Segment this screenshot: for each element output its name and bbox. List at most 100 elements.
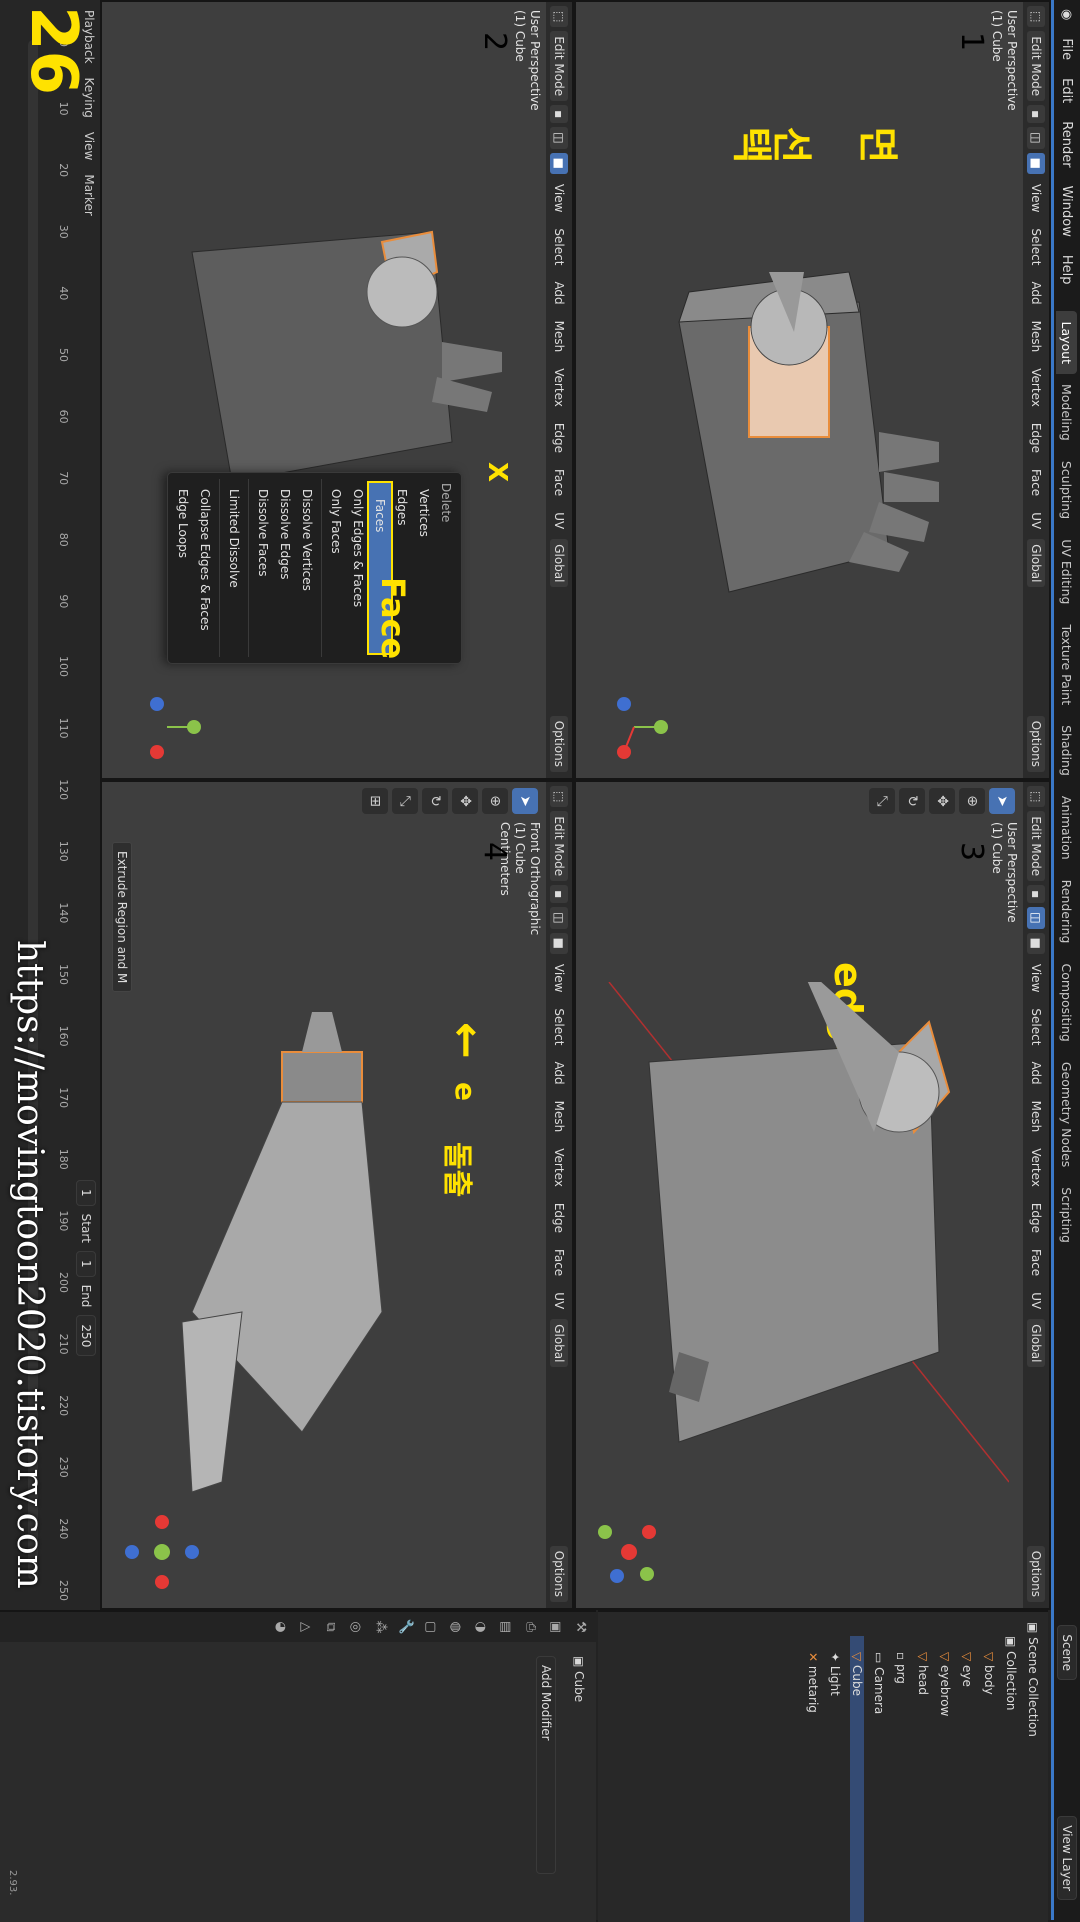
menu-vertex[interactable]: Vertex (552, 1142, 566, 1193)
tab-sculpting[interactable]: Sculpting (1057, 451, 1078, 529)
tab-modeling[interactable]: Modeling (1057, 374, 1078, 451)
rotate-tool-icon[interactable]: ↻ (899, 788, 925, 814)
outliner-item-camera[interactable]: ▭ Camera (872, 1652, 886, 1714)
menu-uv[interactable]: UV (1029, 1286, 1043, 1315)
physics-tab-icon[interactable]: ◎ (348, 1621, 363, 1632)
menu-select[interactable]: Select (552, 1002, 566, 1051)
menu-select[interactable]: Select (1029, 222, 1043, 271)
menu-mesh[interactable]: Mesh (1029, 1095, 1043, 1139)
editor-type-icon[interactable]: ⬚ (550, 6, 568, 28)
vertex-select-icon[interactable]: ▪ (550, 885, 568, 904)
menu-mesh[interactable]: Mesh (1029, 315, 1043, 359)
timeline-ruler[interactable]: 0 10 20 30 40 50 60 70 80 90 100 110 120 130 140 150 160… (50, 40, 70, 1601)
mode-dropdown[interactable]: Edit Mode (550, 31, 568, 102)
edge-select-icon[interactable]: ◫ (1027, 907, 1045, 929)
vertex-select-icon[interactable]: ▪ (1027, 105, 1045, 124)
view-layer-field[interactable]: View Layer (1057, 1816, 1077, 1900)
tab-layout[interactable]: Layout (1056, 311, 1078, 374)
dissolve-edges[interactable]: Dissolve Edges (274, 473, 296, 663)
outliner-item-eye[interactable]: ▽ eye (960, 1652, 974, 1687)
rotate-tool-icon[interactable]: ↻ (422, 788, 448, 814)
object-tab-icon[interactable]: ▢ (423, 1621, 438, 1633)
menu-edit[interactable]: Edit (1060, 69, 1075, 112)
options-dropdown[interactable]: Options (1027, 715, 1045, 772)
menu-face[interactable]: Face (552, 463, 566, 502)
timeline-menu-view[interactable]: View (82, 132, 96, 160)
material-tab-icon[interactable]: ◕ (273, 1621, 288, 1632)
render-tab-icon[interactable]: ▣ (548, 1621, 563, 1633)
menu-add[interactable]: Add (1029, 1055, 1043, 1090)
menu-vertex[interactable]: Vertex (552, 362, 566, 413)
edge-loops[interactable]: Edge Loops (172, 473, 194, 663)
blender-logo-icon[interactable]: ◉ (1060, 0, 1075, 29)
select-tool-icon[interactable]: ➤ (989, 788, 1015, 814)
limited-dissolve[interactable]: Limited Dissolve (223, 473, 245, 663)
menu-face[interactable]: Face (1029, 1243, 1043, 1282)
menu-face[interactable]: Face (552, 1243, 566, 1282)
editor-type-icon[interactable]: ⬚ (550, 786, 568, 808)
cursor-tool-icon[interactable]: ⊕ (959, 788, 985, 814)
outliner-item-metarig[interactable]: ✕ metarig (806, 1652, 820, 1713)
viewport-2[interactable]: ⬚ Edit Mode ▪ ◫ ■ View Select Add Mesh V… (100, 0, 574, 780)
transform-orientation[interactable]: Global (1027, 1319, 1045, 1368)
constraints-tab-icon[interactable]: ⧉ (323, 1622, 338, 1631)
delete-only-faces[interactable]: Only Faces (325, 473, 347, 663)
menu-face[interactable]: Face (1029, 463, 1043, 502)
data-tab-icon[interactable]: △ (298, 1622, 313, 1632)
scale-tool-icon[interactable]: ⤡ (392, 788, 418, 814)
options-dropdown[interactable]: Options (1027, 1545, 1045, 1602)
face-select-icon[interactable]: ■ (550, 932, 568, 954)
menu-vertex[interactable]: Vertex (1029, 1142, 1043, 1193)
modifier-tab-icon[interactable]: 🔧 (398, 1619, 413, 1635)
menu-render[interactable]: Render (1060, 112, 1075, 176)
mode-dropdown[interactable]: Edit Mode (1027, 811, 1045, 882)
transform-orientation[interactable]: Global (1027, 539, 1045, 588)
select-tool-icon[interactable]: ➤ (512, 788, 538, 814)
menu-add[interactable]: Add (1029, 275, 1043, 310)
menu-uv[interactable]: UV (552, 506, 566, 535)
viewport-4[interactable]: ⬚ Edit Mode ▪ ◫ ■ View Select Add Mesh V… (100, 780, 574, 1610)
move-tool-icon[interactable]: ✥ (452, 788, 478, 814)
mode-dropdown[interactable]: Edit Mode (550, 811, 568, 882)
menu-select[interactable]: Select (552, 222, 566, 271)
tab-scripting[interactable]: Scripting (1057, 1177, 1078, 1253)
menu-view[interactable]: View (1029, 958, 1043, 998)
scene-collection-row[interactable]: ▣ Scene Collection (1026, 1622, 1040, 1737)
menu-edge[interactable]: Edge (1029, 1197, 1043, 1239)
menu-view[interactable]: View (552, 178, 566, 218)
transform-tool-icon[interactable]: ⊞ (362, 788, 388, 814)
outliner-item-light[interactable]: ✦ Light (828, 1652, 842, 1696)
collection-row[interactable]: ▣ Collection (1004, 1636, 1018, 1711)
menu-view[interactable]: View (552, 958, 566, 998)
current-frame-field[interactable]: 1 (76, 1180, 96, 1206)
editor-type-icon[interactable]: ⬚ (1027, 786, 1045, 808)
menu-file[interactable]: File (1060, 29, 1075, 69)
tab-texture-paint[interactable]: Texture Paint (1057, 614, 1078, 715)
menu-select[interactable]: Select (1029, 1002, 1043, 1051)
transform-orientation[interactable]: Global (550, 539, 568, 588)
menu-add[interactable]: Add (552, 1055, 566, 1090)
navigation-gizmo-1[interactable] (595, 692, 669, 762)
edge-select-icon[interactable]: ◫ (550, 907, 568, 929)
viewport-1[interactable]: ⬚ Edit Mode ▪ ◫ ■ View Select Add Mesh V… (574, 0, 1051, 780)
timeline-menu-marker[interactable]: Marker (82, 174, 96, 215)
menu-view[interactable]: View (1029, 178, 1043, 218)
dissolve-vertices[interactable]: Dissolve Vertices (296, 473, 318, 663)
scale-tool-icon[interactable]: ⤡ (869, 788, 895, 814)
tab-uv-editing[interactable]: UV Editing (1057, 529, 1078, 614)
menu-window[interactable]: Window (1060, 177, 1075, 246)
tab-compositing[interactable]: Compositing (1057, 953, 1078, 1051)
menu-edge[interactable]: Edge (552, 417, 566, 459)
face-select-icon[interactable]: ■ (550, 152, 568, 174)
options-dropdown[interactable]: Options (550, 1545, 568, 1602)
edge-select-icon[interactable]: ◫ (550, 127, 568, 149)
add-modifier-button[interactable]: Add Modifier (536, 1656, 556, 1874)
particles-tab-icon[interactable]: ⁂ (373, 1621, 388, 1634)
tab-rendering[interactable]: Rendering (1057, 870, 1078, 954)
outliner-item-eyebrow[interactable]: ▽ eyebrow (938, 1652, 952, 1716)
delete-only-edges-faces[interactable]: Only Edges & Faces (347, 473, 369, 663)
tab-geometry-nodes[interactable]: Geometry Nodes (1057, 1052, 1078, 1177)
menu-uv[interactable]: UV (552, 1286, 566, 1315)
editor-type-icon[interactable]: ⬚ (1027, 6, 1045, 28)
menu-mesh[interactable]: Mesh (552, 1095, 566, 1139)
